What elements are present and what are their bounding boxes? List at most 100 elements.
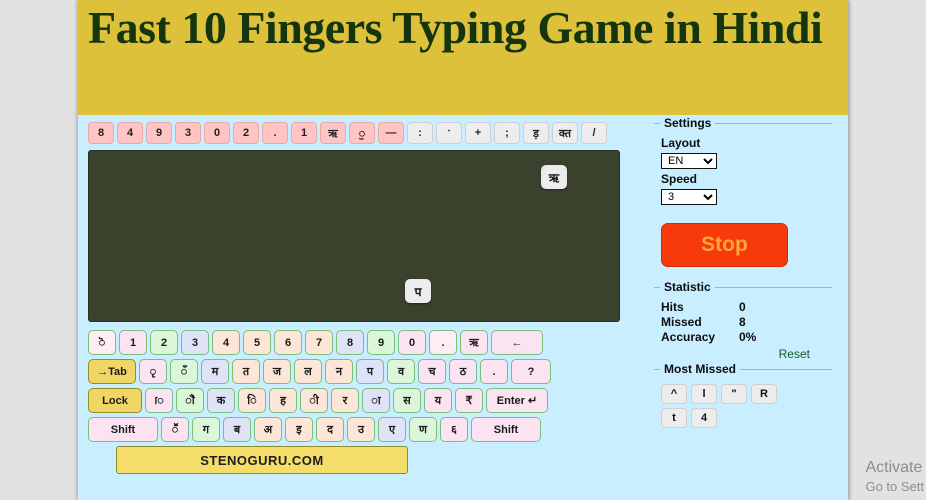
game-field: ऋप [88,150,620,322]
pending-key: ॱ [436,122,462,144]
keyboard-row: Shiftॕ ग ब अ इ द उ ए ण ६ Shift [88,417,650,442]
keyboard-key[interactable]: त [232,359,260,384]
keyboard-key[interactable]: 6 [274,330,302,355]
keyboard-key[interactable]: ब [223,417,251,442]
falling-letter-tile: प [405,279,431,303]
keyboard-key[interactable]: अ [254,417,282,442]
keyboard-key[interactable]: 1 [119,330,147,355]
pending-key: ड़ [523,122,549,144]
keyboard-key[interactable]: ह [269,388,297,413]
keyboard-key[interactable]: ₹ [455,388,483,413]
speed-label: Speed [661,172,698,186]
layout-select[interactable]: EN [661,153,717,169]
keyboard-key[interactable]: ल [294,359,322,384]
keyboard-key[interactable]: 8 [336,330,364,355]
layout-label: Layout [661,136,701,150]
keyboard-key[interactable]: न [325,359,353,384]
statistic-row: Missed 8 [661,315,832,330]
keyboard-key[interactable]: य [424,388,452,413]
keyboard-key[interactable]: इ [285,417,313,442]
most-missed-key: " [721,384,747,404]
keyboard-key[interactable]: Shift [471,417,541,442]
keyboard-row: →Tabृँ म त ज ल न प व च ठ.? [88,359,650,384]
keyboard-key[interactable]: ॕ [161,417,189,442]
most-missed-key: t [661,408,687,428]
keyboard-row: Lockॎॏ कि ही रा स य ₹ Enter ↵ [88,388,650,413]
keyboard-key[interactable]: ँ [170,359,198,384]
keyboard-key[interactable]: ← [491,330,543,355]
most-missed-panel: Most Missed ^ l " Rt 4 [654,362,832,428]
keyboard-key[interactable]: म [201,359,229,384]
keyboard-key[interactable]: ि [238,388,266,413]
keyboard-key[interactable]: ग [192,417,220,442]
keyboard-key[interactable]: Shift [88,417,158,442]
page-title: Fast 10 Fingers Typing Game in Hindi [88,2,823,53]
keyboard-key[interactable]: 9 [367,330,395,355]
pending-key: ; [494,122,520,144]
keyboard-key[interactable]: ठ [449,359,477,384]
keyboard-key[interactable]: Enter ↵ [486,388,548,413]
keyboard-key[interactable]: 3 [181,330,209,355]
keyboard-key[interactable]: च [418,359,446,384]
keyboard-key[interactable]: 5 [243,330,271,355]
keyboard-key[interactable]: 2 [150,330,178,355]
keyboard-key[interactable]: ? [511,359,551,384]
speed-select[interactable]: 3 [661,189,717,205]
keyboard-key[interactable]: ा [362,388,390,413]
keyboard-key[interactable]: 4 [212,330,240,355]
stop-button[interactable]: Stop [661,223,788,267]
keyboard-key[interactable]: ज [263,359,291,384]
statistic-legend: Statistic [660,280,715,294]
most-missed-key: R [751,384,777,404]
keyboard-key[interactable]: र [331,388,359,413]
keyboard-key[interactable]: ६ [440,417,468,442]
most-missed-key: 4 [691,408,717,428]
pending-key: 4 [117,122,143,144]
statistic-row-name: Accuracy [661,330,716,344]
keyboard-key[interactable]: क [207,388,235,413]
keyboard-key[interactable]: ृ [139,359,167,384]
pending-key: — [378,122,404,144]
reset-link[interactable]: Reset [654,347,832,361]
statistic-row-value: 0 [739,300,746,314]
keyboard-key[interactable]: ी [300,388,328,413]
page-header: Fast 10 Fingers Typing Game in Hindi [78,0,848,115]
virtual-keyboard[interactable]: ॆ 1 2 3 4 5 6 7 8 9 0. ऋ ← →Tabृँ म त ज ल न प व च ठ.? Lockॎॏ कि ह… [88,330,650,442]
pending-key: 3 [175,122,201,144]
pending-key: . [262,122,288,144]
keyboard-key[interactable]: ॆ [88,330,116,355]
keyboard-key[interactable]: . [429,330,457,355]
page-shell: Fast 10 Fingers Typing Game in Hindi 849… [78,0,848,500]
settings-panel: Settings Layout EN Speed 3 Stop [654,116,832,267]
keyboard-key[interactable]: ए [378,417,406,442]
statistic-row: Accuracy 0% [661,330,832,345]
sidebar: Settings Layout EN Speed 3 Stop Statisti… [650,115,838,428]
statistic-row-name: Missed [661,315,702,329]
keyboard-key[interactable]: 7 [305,330,333,355]
keyboard-key[interactable]: ऋ [460,330,488,355]
page-body: 8 4 9 3 0 2. 1 ऋॖ —: ॱ +; ड़ क्त / ऋप ॆ 1 2 3 4 5 6 7 8 9 0. ऋ ← →… [78,115,848,474]
keyboard-key[interactable]: स [393,388,421,413]
keyboard-key[interactable]: द [316,417,344,442]
keyboard-key[interactable]: 0 [398,330,426,355]
keyboard-key[interactable]: ॎ [145,388,173,413]
site-banner[interactable]: STENOGURU.COM [116,446,408,474]
keyboard-key[interactable]: उ [347,417,375,442]
pending-key-strip: 8 4 9 3 0 2. 1 ऋॖ —: ॱ +; ड़ क्त / [88,122,650,144]
keyboard-key[interactable]: प [356,359,384,384]
keyboard-key[interactable]: ॏ [176,388,204,413]
pending-key: + [465,122,491,144]
statistic-row-value: 8 [739,315,746,329]
site-banner-label: STENOGURU.COM [200,452,324,468]
keyboard-key[interactable]: व [387,359,415,384]
keyboard-key[interactable]: ण [409,417,437,442]
keyboard-key[interactable]: →Tab [88,359,136,384]
most-missed-key: l [691,384,717,404]
keyboard-key[interactable]: Lock [88,388,142,413]
statistic-row: Hits 0 [661,300,832,315]
keyboard-key[interactable]: . [480,359,508,384]
statistic-row-name: Hits [661,300,684,314]
pending-key: 1 [291,122,317,144]
most-missed-legend: Most Missed [660,362,741,376]
pending-key: ऋ [320,122,346,144]
